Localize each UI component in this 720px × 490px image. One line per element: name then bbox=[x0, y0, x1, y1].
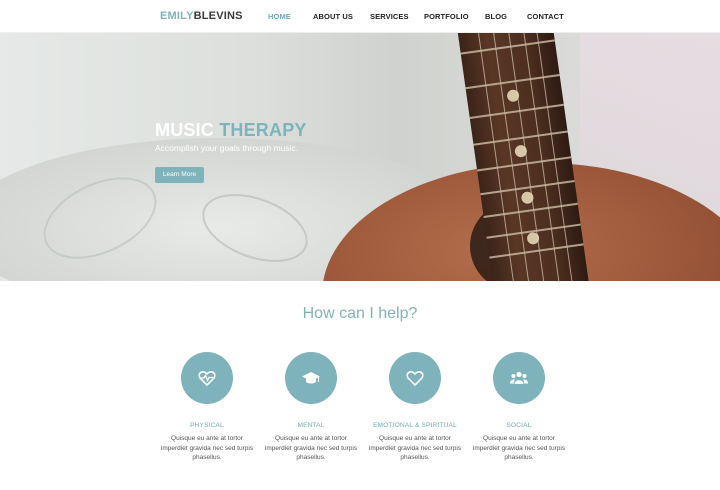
guitar-fret bbox=[489, 243, 584, 259]
guitar-fret bbox=[460, 39, 555, 55]
service-icon-circle bbox=[389, 352, 441, 404]
hero-subtitle: Accomplish your goals through music. bbox=[155, 143, 299, 153]
service-card-text: Quisque eu ante at tortor imperdiet grav… bbox=[264, 435, 358, 461]
nav-contact-link[interactable]: CONTACT bbox=[527, 12, 564, 21]
service-card-social: SOCIAL Quisque eu ante at tortor imperdi… bbox=[464, 352, 574, 463]
top-navbar: EMILYBLEVINS HOME ABOUT US SERVICES PORT… bbox=[0, 0, 720, 33]
hero-title-word-1: MUSIC bbox=[155, 120, 214, 140]
heartbeat-icon bbox=[198, 371, 216, 387]
service-card-title: PHYSICAL bbox=[190, 422, 224, 429]
hero-title: MUSIC THERAPY bbox=[155, 120, 307, 141]
service-card-title: SOCIAL bbox=[506, 422, 532, 429]
nav-home-link[interactable]: HOME bbox=[268, 12, 291, 21]
hero-banner: MUSIC THERAPY Accomplish your goals thro… bbox=[0, 33, 720, 281]
nav-about-link[interactable]: ABOUT US bbox=[313, 12, 353, 21]
guitar-fret bbox=[483, 202, 578, 218]
service-card-title: EMOTIONAL & SPIRITUAL bbox=[373, 422, 457, 429]
hero-title-word-2: THERAPY bbox=[219, 120, 307, 140]
service-card-mental: MENTAL Quisque eu ante at tortor imperdi… bbox=[256, 352, 366, 463]
service-card-text: Quisque eu ante at tortor imperdiet grav… bbox=[472, 435, 566, 461]
graduation-cap-icon bbox=[302, 372, 320, 384]
service-card-physical: PHYSICAL Quisque eu ante at tortor imper… bbox=[152, 352, 262, 463]
service-icon-circle bbox=[181, 352, 233, 404]
nav-blog-link[interactable]: BLOG bbox=[485, 12, 507, 21]
guitar-fret bbox=[465, 74, 560, 90]
service-icon-circle bbox=[285, 352, 337, 404]
heart-icon bbox=[406, 371, 424, 387]
guitar-fret bbox=[469, 103, 564, 119]
learn-more-button[interactable]: Learn More bbox=[155, 167, 204, 183]
service-card-emotional: EMOTIONAL & SPIRITUAL Quisque eu ante at… bbox=[360, 352, 470, 463]
guitar-fret bbox=[476, 156, 572, 172]
users-icon bbox=[510, 371, 528, 384]
nav-services-link[interactable]: SERVICES bbox=[370, 12, 409, 21]
service-card-text: Quisque eu ante at tortor imperdiet grav… bbox=[160, 435, 254, 461]
nav-portfolio-link[interactable]: PORTFOLIO bbox=[424, 12, 469, 21]
guitar-fret bbox=[473, 130, 568, 146]
main-menu: HOME ABOUT US SERVICES PORTFOLIO BLOG CO… bbox=[0, 12, 720, 24]
service-card-title: MENTAL bbox=[297, 422, 325, 429]
section-title: How can I help? bbox=[302, 305, 418, 322]
service-card-text: Quisque eu ante at tortor imperdiet grav… bbox=[368, 435, 462, 461]
service-icon-circle bbox=[493, 352, 545, 404]
